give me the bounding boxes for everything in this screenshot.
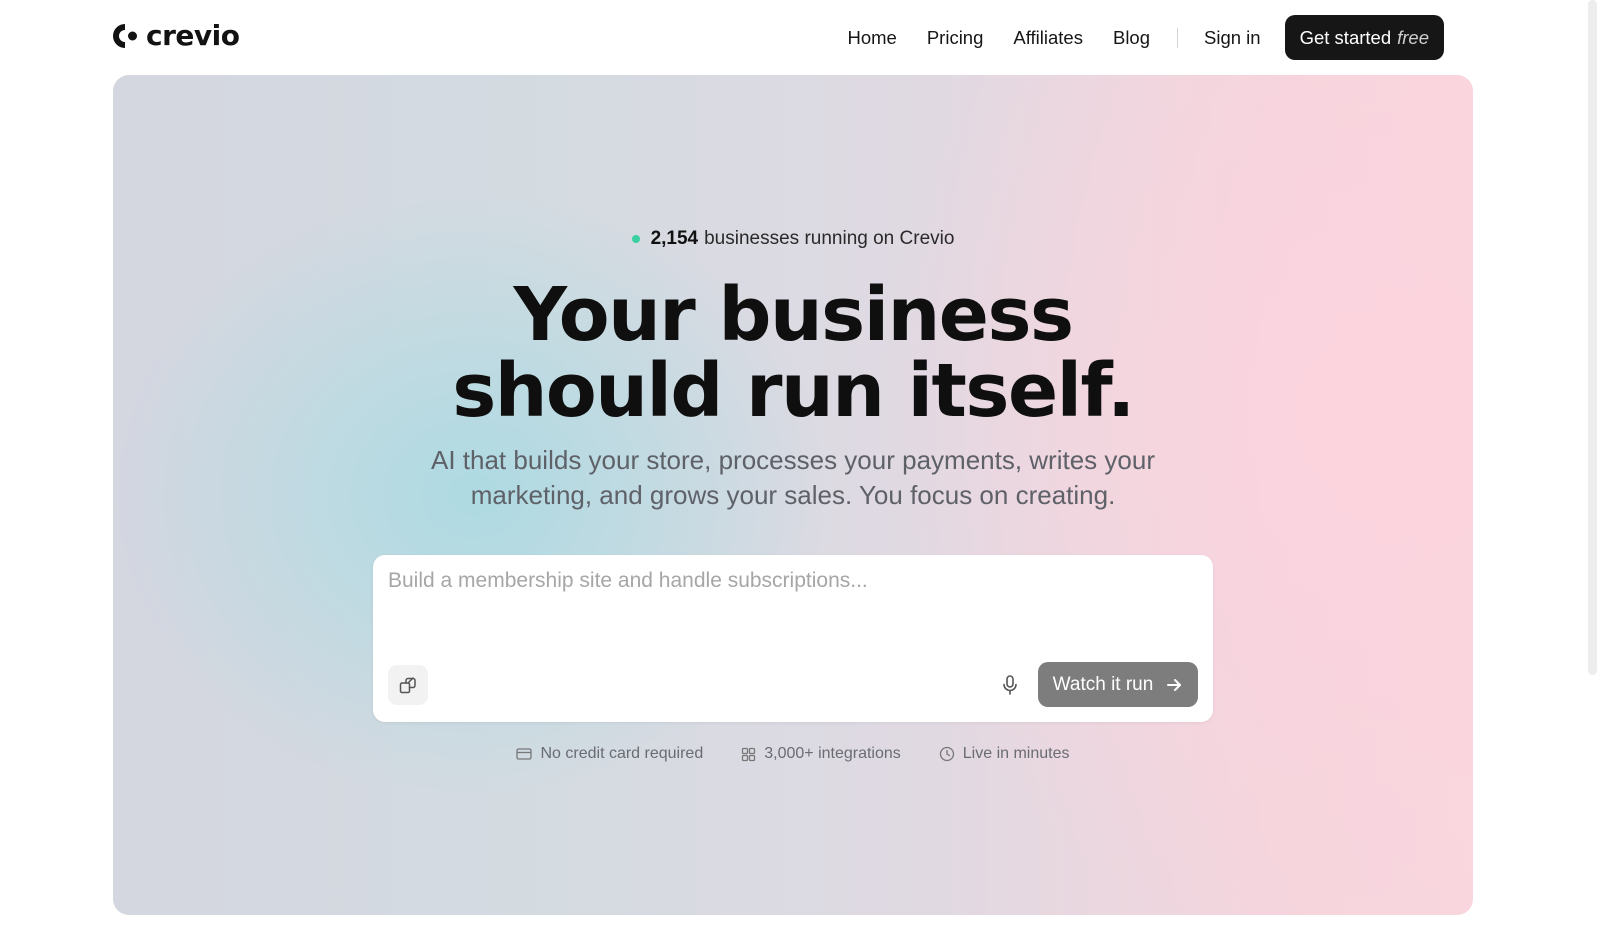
hero-subheadline: AI that builds your store, processes you… [431, 445, 1155, 510]
nav-blog[interactable]: Blog [1113, 27, 1150, 49]
watch-it-run-label: Watch it run [1052, 673, 1154, 695]
status-dot [631, 235, 640, 243]
nav-divider [1177, 27, 1179, 48]
nav-pricing[interactable]: Pricing [927, 27, 984, 49]
feature-label: 3,000+ integrations [764, 745, 901, 762]
arrow-right-icon [1167, 678, 1182, 691]
hero-section: 2,154 businesses running on Crevio Your … [113, 75, 1473, 915]
business-count-label: businesses running on Crevio [704, 228, 955, 249]
business-count: 2,154 [650, 228, 699, 249]
headline-line-1: Your business [513, 272, 1074, 358]
scrollbar[interactable] [1588, 0, 1597, 675]
logo-mark-icon [113, 24, 137, 48]
logo[interactable]: crevio [112, 19, 240, 52]
feature-label: No credit card required [540, 745, 704, 762]
main-nav: Home Pricing Affiliates Blog Sign in Get… [847, 15, 1444, 60]
get-started-emphasis: free [1397, 26, 1429, 48]
attach-button[interactable] [388, 665, 428, 705]
feature-no-credit-card: No credit card required [516, 745, 703, 763]
get-started-label: Get started [1299, 26, 1392, 48]
feature-list: No credit card required 3,000+ integrati… [113, 745, 1473, 763]
nav-affiliates[interactable]: Affiliates [1013, 27, 1083, 49]
sign-in-link[interactable]: Sign in [1204, 27, 1261, 49]
site-header: crevio Home Pricing Affiliates Blog Sign… [0, 0, 1600, 75]
watch-it-run-button[interactable]: Watch it run [1038, 662, 1198, 707]
attach-icon [399, 677, 416, 694]
microphone-icon [1003, 675, 1017, 695]
microphone-button[interactable] [995, 670, 1025, 700]
prompt-box: Watch it run [373, 555, 1213, 722]
clock-icon [939, 746, 954, 762]
feature-live-minutes: Live in minutes [939, 745, 1070, 763]
feature-label: Live in minutes [962, 745, 1070, 762]
get-started-button[interactable]: Get started free [1284, 15, 1444, 60]
headline-line-2: should run itself. [452, 348, 1135, 434]
credit-card-icon [516, 748, 533, 760]
hero-headline: Your business should run itself. [113, 277, 1473, 429]
grid-icon [742, 747, 756, 761]
prompt-input[interactable] [388, 569, 1188, 593]
logo-text: crevio [146, 19, 240, 52]
business-count-badge: 2,154 businesses running on Crevio [113, 228, 1473, 250]
nav-home[interactable]: Home [847, 27, 896, 49]
feature-integrations: 3,000+ integrations [741, 745, 901, 763]
